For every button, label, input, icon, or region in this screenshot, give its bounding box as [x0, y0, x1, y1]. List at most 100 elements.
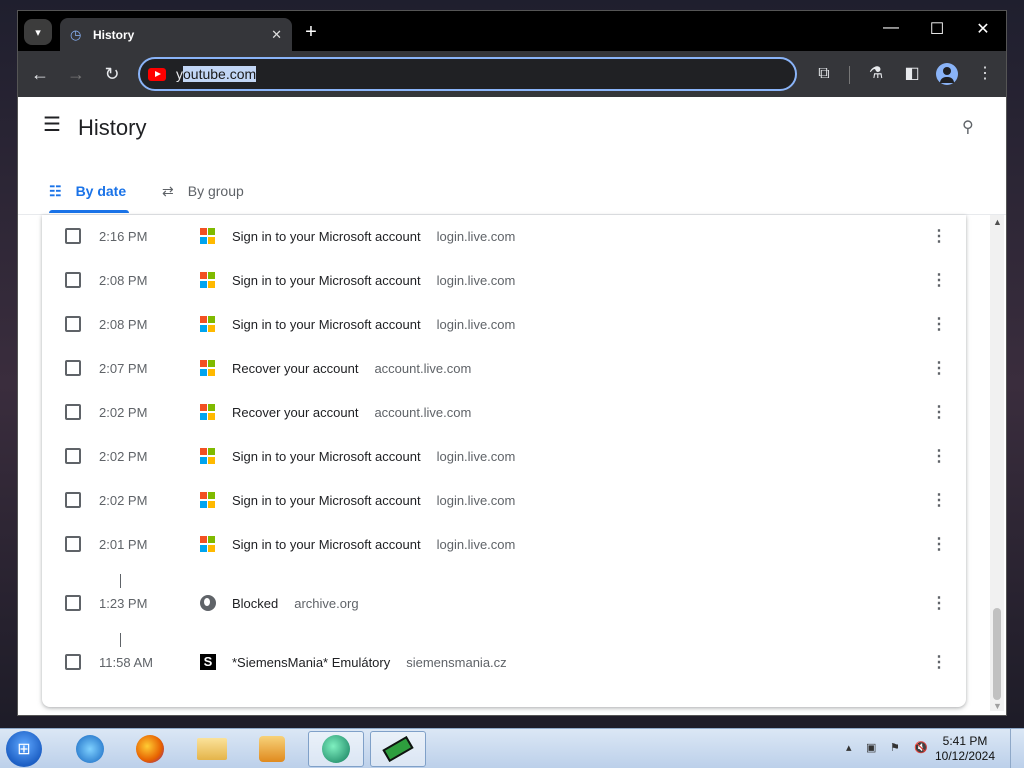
entry-time: 11:58 AM: [99, 654, 153, 670]
taskbar-app-green[interactable]: [370, 731, 426, 767]
more-actions-icon[interactable]: ⋮: [931, 446, 947, 466]
entry-link[interactable]: *SiemensMania* Emulátory siemensmania.cz: [232, 655, 507, 670]
entry-checkbox[interactable]: [65, 228, 81, 244]
entry-time: 2:16 PM: [99, 228, 148, 244]
entry-link[interactable]: Sign in to your Microsoft account login.l…: [232, 493, 515, 508]
show-hidden-icons[interactable]: ▴: [846, 741, 852, 754]
entry-domain: login.live.com: [436, 448, 516, 464]
entry-time: 2:07 PM: [99, 360, 148, 376]
entry-checkbox[interactable]: [65, 404, 81, 420]
more-actions-icon[interactable]: ⋮: [931, 270, 947, 290]
entry-link[interactable]: Sign in to your Microsoft account login.l…: [232, 317, 515, 332]
entry-domain: archive.org: [294, 595, 359, 611]
entry-checkbox[interactable]: [65, 654, 81, 670]
side-panel-icon[interactable]: ◧: [900, 63, 924, 85]
entry-checkbox[interactable]: [65, 492, 81, 508]
entry-time: 2:08 PM: [99, 316, 148, 332]
entry-link[interactable]: Sign in to your Microsoft account login.l…: [232, 273, 515, 288]
entry-checkbox[interactable]: [65, 595, 81, 611]
entry-domain: login.live.com: [436, 492, 516, 508]
tab-search-button[interactable]: ▾: [24, 19, 52, 45]
profile-avatar[interactable]: [936, 63, 958, 85]
globe-icon: [200, 595, 216, 611]
tab-close-icon[interactable]: ✕: [271, 27, 282, 43]
microsoft-favicon-icon: [200, 228, 216, 244]
address-bar[interactable]: youtube.com: [138, 57, 797, 91]
taskbar-internet-explorer[interactable]: [62, 731, 118, 767]
entry-title: Recover your account: [232, 360, 359, 376]
search-icon[interactable]: ⚲: [962, 117, 974, 137]
entry-domain: login.live.com: [436, 316, 516, 332]
back-button[interactable]: ←: [29, 63, 51, 85]
microsoft-favicon-icon: [200, 536, 216, 552]
entry-checkbox[interactable]: [65, 316, 81, 332]
start-button[interactable]: ⊞: [6, 731, 42, 767]
entry-time: 2:02 PM: [99, 492, 148, 508]
entry-checkbox[interactable]: [65, 536, 81, 552]
volume-muted-icon[interactable]: 🔇: [914, 741, 928, 754]
network-icon[interactable]: ▣: [866, 741, 876, 754]
tab-by-date[interactable]: ☷ By date: [49, 169, 129, 213]
entry-title: Sign in to your Microsoft account: [232, 228, 421, 244]
entry-link[interactable]: Sign in to your Microsoft account login.l…: [232, 229, 515, 244]
taskbar-file-explorer[interactable]: [184, 731, 240, 767]
history-entry-row[interactable]: 2:02 PM Sign in to your Microsoft account…: [42, 434, 966, 478]
history-entry-row[interactable]: 2:08 PM Sign in to your Microsoft account…: [42, 258, 966, 302]
entry-domain: login.live.com: [436, 536, 516, 552]
history-entry-row[interactable]: 2:02 PM Sign in to your Microsoft account…: [42, 478, 966, 522]
scroll-down-arrow[interactable]: ▼: [993, 701, 1002, 711]
entry-link[interactable]: Sign in to your Microsoft account login.l…: [232, 449, 515, 464]
history-header: ☰ History ⚲ ☷ By date ⇄ By group: [18, 97, 1006, 215]
reload-button[interactable]: ↻: [101, 63, 123, 85]
labs-flask-icon[interactable]: ⚗: [864, 63, 888, 85]
list-icon: ☷: [49, 182, 62, 199]
more-actions-icon[interactable]: ⋮: [931, 358, 947, 378]
history-entry-row[interactable]: 2:02 PM Recover your account account.live.…: [42, 390, 966, 434]
entry-checkbox[interactable]: [65, 448, 81, 464]
more-actions-icon[interactable]: ⋮: [931, 652, 947, 672]
history-entry-row[interactable]: 2:07 PM Recover your account account.live.…: [42, 346, 966, 390]
minimize-button[interactable]: —: [876, 19, 906, 37]
taskbar-browser[interactable]: [308, 731, 364, 767]
more-menu-icon[interactable]: ⋮: [973, 63, 997, 85]
extensions-icon[interactable]: ⧉: [812, 63, 836, 85]
entry-link[interactable]: Sign in to your Microsoft account login.l…: [232, 537, 515, 552]
hamburger-menu-icon[interactable]: ☰: [43, 115, 61, 135]
show-desktop-button[interactable]: [1010, 729, 1024, 768]
history-entry-row[interactable]: 2:16 PM Sign in to your Microsoft account…: [42, 214, 966, 258]
history-entry-row[interactable]: 1:23 PM Blocked archive.org ⋮: [42, 581, 966, 625]
folder-icon: [197, 738, 227, 760]
more-actions-icon[interactable]: ⋮: [931, 402, 947, 422]
entry-link[interactable]: Recover your account account.live.com: [232, 405, 471, 420]
siemensmania-favicon-icon: S: [200, 654, 216, 670]
history-entry-row[interactable]: 2:08 PM Sign in to your Microsoft account…: [42, 302, 966, 346]
entry-link[interactable]: Recover your account account.live.com: [232, 361, 471, 376]
more-actions-icon[interactable]: ⋮: [931, 593, 947, 613]
taskbar-firefox[interactable]: [122, 731, 178, 767]
history-icon: ◷: [70, 26, 82, 42]
taskbar-media-player[interactable]: [244, 731, 300, 767]
scrollbar-thumb[interactable]: [993, 608, 1001, 700]
more-actions-icon[interactable]: ⋮: [931, 534, 947, 554]
history-entry-row[interactable]: 11:58 AM S *SiemensMania* Emulátory siemens…: [42, 640, 966, 684]
system-clock[interactable]: 5:41 PM 10/12/2024: [930, 734, 1000, 764]
entry-link[interactable]: Blocked archive.org: [232, 596, 359, 611]
forward-button[interactable]: →: [65, 63, 87, 85]
url-text[interactable]: youtube.com: [176, 66, 257, 82]
tab-history[interactable]: ◷ History ✕: [60, 18, 292, 51]
scroll-up-arrow[interactable]: ▲: [993, 217, 1002, 227]
entry-checkbox[interactable]: [65, 272, 81, 288]
new-tab-button[interactable]: +: [300, 21, 322, 44]
history-entry-row[interactable]: 2:01 PM Sign in to your Microsoft account…: [42, 522, 966, 566]
page-title: History: [78, 115, 147, 140]
entry-checkbox[interactable]: [65, 360, 81, 376]
more-actions-icon[interactable]: ⋮: [931, 314, 947, 334]
more-actions-icon[interactable]: ⋮: [931, 226, 947, 246]
action-center-flag-icon[interactable]: ⚑: [890, 741, 900, 754]
tab-by-group[interactable]: ⇄ By group: [162, 169, 262, 213]
more-actions-icon[interactable]: ⋮: [931, 490, 947, 510]
maximize-button[interactable]: ☐: [922, 19, 952, 39]
entry-time: 2:08 PM: [99, 272, 148, 288]
close-window-button[interactable]: ✕: [968, 19, 998, 39]
entry-title: Recover your account: [232, 404, 359, 420]
